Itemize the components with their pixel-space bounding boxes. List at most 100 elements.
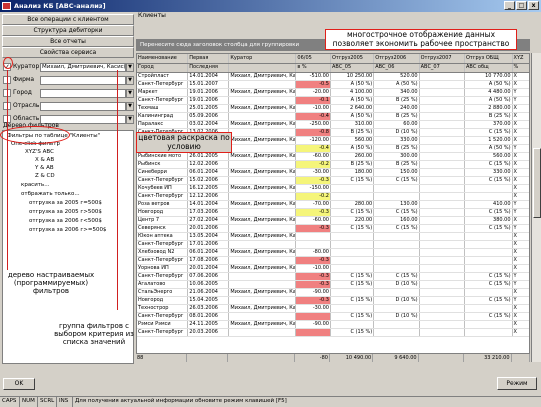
service-properties-button[interactable]: Свойства сервиса (2, 47, 134, 58)
table-row[interactable]: Санкт-Петербург 07.06.2006 -0.3 C (15 %) C (… (137, 272, 529, 281)
maximize-button[interactable]: □ (516, 1, 527, 10)
close-button[interactable]: x (528, 1, 539, 10)
table-cell: X (512, 248, 529, 257)
all-operations-button[interactable]: Все операции с клиентом (2, 14, 134, 25)
filter-label: Отрасль (13, 102, 40, 109)
table-cell (228, 128, 297, 137)
column-subheader[interactable]: Город (137, 63, 189, 73)
table-row[interactable]: Маркет19.01.2006Михаил, Дмитриевич, Каси… (137, 88, 529, 97)
table-row[interactable]: Санкт-Петербург 15.01.2007 -0.5 A (50 %) A (… (137, 80, 529, 89)
table-cell: X (512, 72, 529, 81)
total-cell (511, 354, 531, 362)
table-row[interactable]: Паралакс 03.02.2004 Михаил, Дмитриевич, Ка… (137, 120, 529, 129)
chevron-down-icon[interactable]: ▼ (126, 88, 134, 98)
firm-combo[interactable] (40, 75, 126, 85)
table-row[interactable]: Хлебзовод N2 06.01.2004 Михаил, Дмитриевич… (137, 248, 529, 257)
table-cell: Синеберри (137, 168, 189, 177)
tree-node[interactable]: X & AB (35, 157, 54, 163)
tree-node[interactable]: отгрузка за 2005 г=500$ (29, 200, 102, 206)
chevron-down-icon[interactable]: ▼ (126, 101, 134, 111)
table-row[interactable]: Уорнова ИП 20.01.2004 Михаил, Дмитриевич, … (137, 264, 529, 273)
column-subheader[interactable]: АВС_07 (419, 63, 465, 73)
chevron-down-icon[interactable]: ▼ (126, 62, 134, 72)
column-subheader[interactable]: АВС_06 (373, 63, 420, 73)
table-row[interactable]: Санкт-Петербург 19.01.2006 -0.1 A (50 %) B (… (137, 96, 529, 105)
callout-circle (0, 126, 70, 144)
table-row[interactable]: Новгород 15.04.2005 -0.3 C (15 %) D (10 %) C … (137, 296, 529, 305)
table-row[interactable]: Санкт-Петербург 15.02.2006 -0.3 C (15 %) C (… (137, 176, 529, 185)
chevron-down-icon[interactable]: ▼ (126, 114, 134, 124)
city-combo[interactable] (40, 88, 126, 98)
table-row[interactable]: Юкон аптека 13.05.2004 Михаил, Дмитриевич,… (137, 232, 529, 241)
table-cell (419, 128, 465, 137)
ok-button[interactable]: OK (3, 378, 35, 390)
column-header[interactable]: Первая (187, 54, 230, 64)
table-cell: X (512, 128, 529, 137)
filter-row-city: Город ▼ (2, 88, 134, 98)
vertical-scrollbar[interactable] (531, 53, 541, 362)
scroll-thumb[interactable] (533, 148, 541, 218)
column-header[interactable]: XYZ (512, 54, 529, 64)
column-subheader[interactable]: АВС общ (464, 63, 513, 73)
minimize-button[interactable]: _ (504, 1, 515, 10)
column-header[interactable]: Наименование (137, 54, 189, 64)
table-row[interactable]: Рыбинск 12.02.2006 -0.2 B (25 %) B (25 %) C (… (137, 160, 529, 169)
table-row[interactable]: Техмаш25.01.2005Михаил, Дмитриевич, Каси… (137, 104, 529, 113)
tree-node[interactable]: Y & AB (35, 165, 54, 171)
table-row[interactable]: Санкт-Петербург 08.01.2006 C (15 %) D (10 %… (137, 312, 529, 321)
table-cell: -0.1 (295, 96, 331, 105)
table-row[interactable]: Кочубеев ИП 16.12.2005 Михаил, Дмитриевич,… (137, 184, 529, 193)
table-row[interactable]: Агалатово 10.06.2005 -0.3 C (15 %) D (10 %) C… (137, 280, 529, 289)
table-row[interactable]: Рэмси Рэмси 24.11.2005 Михаил, Дмитриевич,… (137, 320, 529, 329)
table-row[interactable]: Калининград 05.09.2006 -0.4 A (50 %) B (25 %… (137, 112, 529, 121)
table-row[interactable]: Санкт-Петербург 17.01.2006 X (137, 240, 529, 249)
table-cell: 260.00 (330, 152, 375, 161)
column-header[interactable]: Отгруз2006 (373, 54, 420, 64)
table-cell: -20.00 (295, 88, 331, 97)
mode-button[interactable]: Режим (497, 377, 537, 390)
annotation-group-filters: группа фильтров с выбором критерия из сп… (54, 322, 134, 347)
table-row[interactable]: Новгород 17.03.2006 -0.3 C (15 %) C (15 %) C … (137, 208, 529, 217)
table-row[interactable]: Роза ветров 14.01.2004 Михаил, Дмитриевич,… (137, 200, 529, 209)
column-subheader[interactable] (228, 63, 297, 73)
debitor-structure-button[interactable]: Структура дебиторки (2, 25, 134, 36)
column-header[interactable]: Отгруз2005 (330, 54, 375, 64)
table-cell: X (512, 304, 529, 313)
table-row[interactable]: Северянск 20.01.2006 -0.3 C (15 %) C (15 %) C… (137, 224, 529, 233)
table-cell: 150.00 (373, 168, 420, 177)
table-row[interactable]: Синеберри 06.01.2004 Михаил, Дмитриевич, К… (137, 168, 529, 177)
table-cell: Михаил, Дмитриевич, Касис (228, 264, 297, 273)
table-cell: Санкт-Петербург (137, 312, 189, 321)
tree-node[interactable]: красить... (21, 182, 49, 188)
table-cell: 340.00 (373, 88, 420, 97)
table-row[interactable]: Санкт-Петербург 20.03.2006 C (15 %) X (137, 328, 529, 337)
curator-combo[interactable]: Михаил, Дмитриевич, Касис(3) (40, 62, 126, 72)
tree-node[interactable]: Z & CD (35, 173, 55, 179)
table-row[interactable]: Центр 727.02.2004Михаил, Дмитриевич, Кас… (137, 216, 529, 225)
tree-node[interactable]: отгрузка за 2006 г>=500$ (29, 227, 106, 233)
industry-combo[interactable] (40, 101, 126, 111)
tree-node[interactable]: отгрузка за 2005 г>500$ (29, 209, 102, 215)
tree-node[interactable]: отгрузка за 2006 г<500$ (29, 218, 102, 224)
table-row[interactable]: СтальЭнерго 21.06.2004 Михаил, Дмитриевич,… (137, 288, 529, 297)
column-subheader[interactable]: в % (295, 63, 331, 73)
table-row[interactable]: Технострор 26.03.2006 Михаил, Дмитриевич, … (137, 304, 529, 313)
table-cell (419, 256, 465, 265)
table-row[interactable]: Санкт-Петербург 17.08.2006 -0.3 X (137, 256, 529, 265)
chevron-down-icon[interactable]: ▼ (126, 75, 134, 85)
column-header[interactable]: 06/05 (295, 54, 331, 64)
tree-node[interactable]: отбражать только... (21, 191, 80, 197)
table-cell (228, 176, 297, 185)
column-header[interactable]: Отгруз2007 (419, 54, 465, 64)
table-row[interactable]: Санкт-Петербург 12.12.2006 -0.2 X (137, 192, 529, 201)
clients-grid[interactable]: Наименование Первая Куратор 06/05 Отгруз2005… (136, 53, 530, 362)
column-header[interactable]: Куратор (228, 54, 297, 64)
column-subheader[interactable]: Последняя (187, 63, 230, 73)
column-subheader[interactable]: % (512, 63, 529, 73)
all-reports-button[interactable]: Все отчеты (2, 36, 134, 47)
table-row[interactable]: Стройпласт 14.01.2004 Михаил, Дмитриевич, … (137, 72, 529, 81)
table-cell: A (50 %) (330, 80, 375, 89)
column-subheader[interactable]: АВС_05 (330, 63, 375, 73)
column-header[interactable]: Отгруз ОБЩ (464, 54, 513, 64)
tree-node[interactable]: XYZ'S ABC (25, 149, 54, 155)
